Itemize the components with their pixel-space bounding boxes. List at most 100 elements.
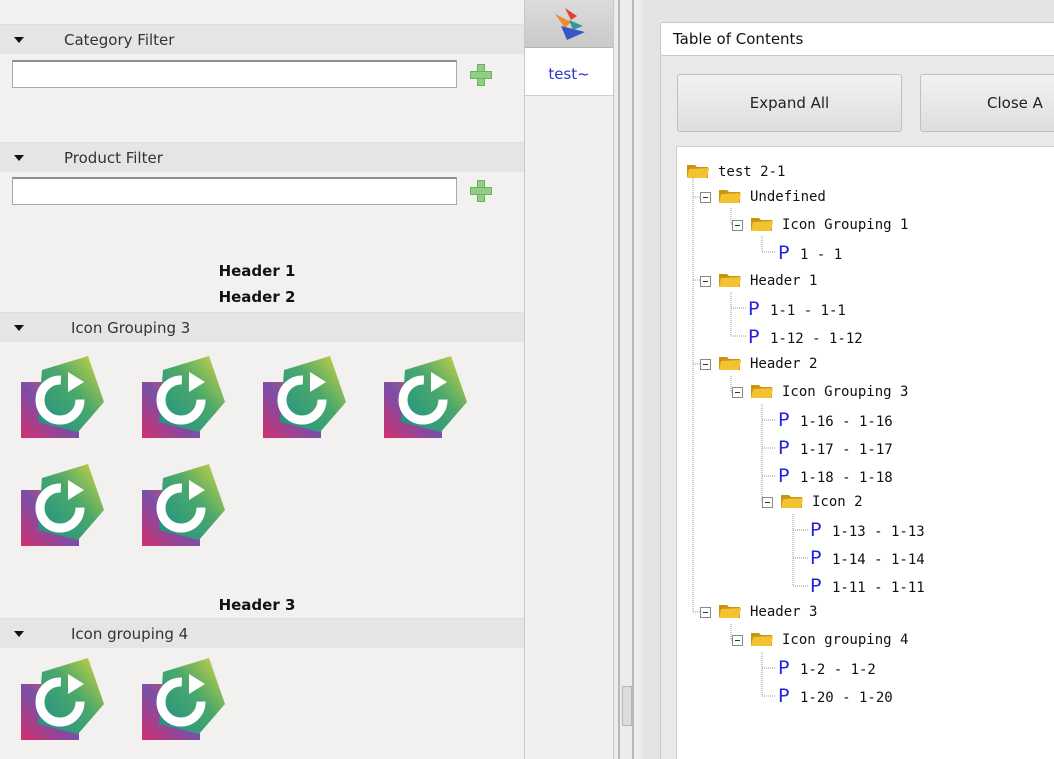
tree-node-product[interactable]: P 1-11 - 1-11 bbox=[810, 574, 925, 598]
tree-node-product[interactable]: P 1-12 - 1-12 bbox=[748, 325, 863, 349]
refresh-app-icon[interactable] bbox=[18, 352, 108, 442]
collapse-triangle-icon[interactable] bbox=[14, 36, 24, 43]
product-p-icon: P bbox=[778, 437, 790, 459]
folder-icon bbox=[718, 602, 742, 619]
splitter-line bbox=[632, 0, 634, 759]
tree-node-label: Header 2 bbox=[750, 356, 818, 372]
collapse-toggle-icon[interactable] bbox=[700, 359, 711, 370]
splitter-handle[interactable] bbox=[622, 686, 632, 726]
tab-logo[interactable] bbox=[525, 0, 613, 48]
refresh-app-icon[interactable] bbox=[139, 460, 229, 550]
tree-node-header-3[interactable]: Header 3 bbox=[700, 600, 818, 624]
tree-node-label: Icon Grouping 1 bbox=[782, 217, 909, 233]
tree-node-product[interactable]: P 1-14 - 1-14 bbox=[810, 546, 925, 570]
collapse-toggle-icon[interactable] bbox=[700, 607, 711, 618]
product-p-icon: P bbox=[778, 242, 790, 264]
tab-test[interactable]: test~ bbox=[525, 48, 613, 96]
tree-node-product[interactable]: P 1-1 - 1-1 bbox=[748, 297, 846, 321]
left-panel: Category Filter Product Filter Header 1 … bbox=[0, 0, 524, 759]
folder-icon bbox=[686, 162, 710, 179]
product-filter-title: Product Filter bbox=[64, 148, 163, 167]
product-p-icon: P bbox=[810, 519, 822, 541]
refresh-app-icon[interactable] bbox=[139, 352, 229, 442]
refresh-app-icon[interactable] bbox=[139, 654, 229, 744]
add-category-icon[interactable] bbox=[470, 64, 492, 86]
tree-node-icon-grouping-3[interactable]: Icon Grouping 3 bbox=[732, 380, 909, 404]
product-p-icon: P bbox=[810, 547, 822, 569]
folder-icon bbox=[718, 354, 742, 371]
tree-node-product[interactable]: P 1-13 - 1-13 bbox=[810, 518, 925, 542]
folder-icon bbox=[780, 492, 804, 509]
header-1-label: Header 1 bbox=[218, 262, 296, 280]
folder-icon bbox=[718, 187, 742, 204]
collapse-toggle-icon[interactable] bbox=[700, 192, 711, 203]
collapse-toggle-icon[interactable] bbox=[700, 276, 711, 287]
refresh-app-icon[interactable] bbox=[18, 460, 108, 550]
tree-node-product[interactable]: P 1 - 1 bbox=[778, 241, 842, 265]
tree-node-label: Icon grouping 4 bbox=[782, 632, 909, 648]
tree-node-label: 1-20 - 1-20 bbox=[800, 690, 893, 706]
product-p-icon: P bbox=[748, 298, 760, 320]
tree-node-label: 1-11 - 1-11 bbox=[832, 580, 925, 596]
collapse-toggle-icon[interactable] bbox=[732, 635, 743, 646]
collapse-toggle-icon[interactable] bbox=[732, 220, 743, 231]
folder-icon bbox=[718, 271, 742, 288]
collapse-toggle-icon[interactable] bbox=[732, 387, 743, 398]
expand-all-button[interactable]: Expand All bbox=[677, 74, 902, 132]
tree-node-label: test 2-1 bbox=[718, 164, 786, 180]
collapse-triangle-icon[interactable] bbox=[14, 630, 24, 637]
product-p-icon: P bbox=[778, 685, 790, 707]
tree-node-undefined[interactable]: Undefined bbox=[700, 185, 826, 209]
folder-icon bbox=[750, 382, 774, 399]
product-filter-input[interactable] bbox=[12, 177, 457, 205]
splitter-line bbox=[618, 0, 620, 759]
collapse-toggle-icon[interactable] bbox=[762, 497, 773, 508]
tree-node-product[interactable]: P 1-16 - 1-16 bbox=[778, 408, 893, 432]
category-filter-input[interactable] bbox=[12, 60, 457, 88]
refresh-app-icon[interactable] bbox=[260, 352, 350, 442]
tree-node-label: 1-2 - 1-2 bbox=[800, 662, 876, 678]
tree-node-label: Header 3 bbox=[750, 604, 818, 620]
refresh-app-icon[interactable] bbox=[381, 352, 471, 442]
category-filter-header[interactable]: Category Filter bbox=[0, 24, 524, 54]
tree-node-icon-grouping-1[interactable]: Icon Grouping 1 bbox=[732, 213, 909, 237]
icon-grouping-3-title: Icon Grouping 3 bbox=[71, 318, 191, 337]
category-filter-title: Category Filter bbox=[64, 30, 175, 49]
tab-column: test~ bbox=[524, 0, 614, 759]
tree-node-icon-2[interactable]: Icon 2 bbox=[762, 490, 863, 514]
tree-node-header-1[interactable]: Header 1 bbox=[700, 269, 818, 293]
tree-node-product[interactable]: P 1-18 - 1-18 bbox=[778, 464, 893, 488]
product-filter-header[interactable]: Product Filter bbox=[0, 142, 524, 172]
icon-grouping-3-header[interactable]: Icon Grouping 3 bbox=[0, 312, 524, 342]
tree-node-icon-grouping-4[interactable]: Icon grouping 4 bbox=[732, 628, 909, 652]
collapse-triangle-icon[interactable] bbox=[14, 324, 24, 331]
tree-node-label: 1-18 - 1-18 bbox=[800, 470, 893, 486]
folder-icon bbox=[750, 630, 774, 647]
tree-node-root[interactable]: test 2-1 bbox=[686, 160, 785, 184]
tree-node-label: 1-14 - 1-14 bbox=[832, 552, 925, 568]
product-p-icon: P bbox=[778, 465, 790, 487]
tree-node-label: Icon 2 bbox=[812, 494, 863, 510]
toc-title: Table of Contents bbox=[660, 22, 1054, 56]
tree-node-label: Undefined bbox=[750, 189, 826, 205]
add-product-icon[interactable] bbox=[470, 180, 492, 202]
header-3-label: Header 3 bbox=[218, 596, 296, 614]
tree-node-header-2[interactable]: Header 2 bbox=[700, 352, 818, 376]
tree-node-product[interactable]: P 1-2 - 1-2 bbox=[778, 656, 876, 680]
tree-node-label: Icon Grouping 3 bbox=[782, 384, 909, 400]
collapse-triangle-icon[interactable] bbox=[14, 154, 24, 161]
tree-node-label: 1 - 1 bbox=[800, 247, 843, 263]
refresh-app-icon[interactable] bbox=[18, 654, 108, 744]
tree-node-label: 1-13 - 1-13 bbox=[832, 524, 925, 540]
tree-node-product[interactable]: P 1-17 - 1-17 bbox=[778, 436, 893, 460]
close-all-button[interactable]: Close A bbox=[920, 74, 1054, 132]
tree-node-label: 1-12 - 1-12 bbox=[770, 331, 863, 347]
product-p-icon: P bbox=[778, 657, 790, 679]
bird-logo-icon bbox=[555, 8, 585, 40]
tree-node-label: Header 1 bbox=[750, 273, 818, 289]
folder-icon bbox=[750, 215, 774, 232]
tree-node-label: 1-1 - 1-1 bbox=[770, 303, 846, 319]
icon-grouping-4-header[interactable]: Icon grouping 4 bbox=[0, 618, 524, 648]
product-p-icon: P bbox=[748, 326, 760, 348]
tree-node-product[interactable]: P 1-20 - 1-20 bbox=[778, 684, 893, 708]
